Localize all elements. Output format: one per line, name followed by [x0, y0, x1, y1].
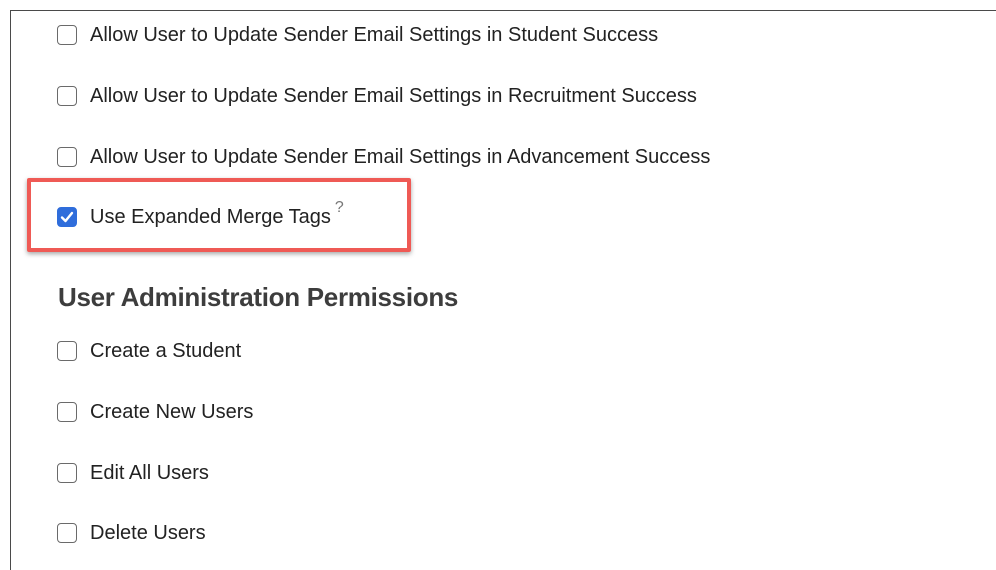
- checkbox[interactable]: [57, 25, 77, 45]
- checkbox[interactable]: [57, 341, 77, 361]
- permission-row-student-success-email[interactable]: Allow User to Update Sender Email Settin…: [57, 23, 658, 47]
- checkbox[interactable]: [57, 523, 77, 543]
- permission-row-edit-all-users[interactable]: Edit All Users: [57, 461, 209, 485]
- permission-label: Allow User to Update Sender Email Settin…: [90, 85, 697, 107]
- permission-label: Create a Student: [90, 340, 242, 362]
- permission-row-create-student[interactable]: Create a Student: [57, 339, 241, 363]
- permission-label: Delete Users: [90, 522, 206, 544]
- permission-row-expanded-merge-tags[interactable]: Use Expanded Merge Tags ?: [57, 199, 344, 229]
- checkbox-checked[interactable]: [57, 207, 77, 227]
- help-icon[interactable]: ?: [335, 199, 344, 217]
- checkbox[interactable]: [57, 402, 77, 422]
- permission-label: Edit All Users: [90, 462, 209, 484]
- permission-label: Allow User to Update Sender Email Settin…: [90, 146, 711, 168]
- permission-row-recruitment-success-email[interactable]: Allow User to Update Sender Email Settin…: [57, 84, 697, 108]
- checkbox[interactable]: [57, 147, 77, 167]
- checkbox[interactable]: [57, 463, 77, 483]
- permission-row-create-new-users[interactable]: Create New Users: [57, 400, 253, 424]
- checkbox[interactable]: [57, 86, 77, 106]
- permission-label: Use Expanded Merge Tags: [90, 206, 331, 228]
- permission-row-advancement-success-email[interactable]: Allow User to Update Sender Email Settin…: [57, 145, 710, 169]
- permission-row-delete-users[interactable]: Delete Users: [57, 521, 206, 545]
- section-heading-user-administration: User Administration Permissions: [58, 282, 459, 312]
- permission-label: Allow User to Update Sender Email Settin…: [90, 24, 659, 46]
- permission-label: Create New Users: [90, 401, 254, 423]
- checkmark-icon: [60, 211, 74, 223]
